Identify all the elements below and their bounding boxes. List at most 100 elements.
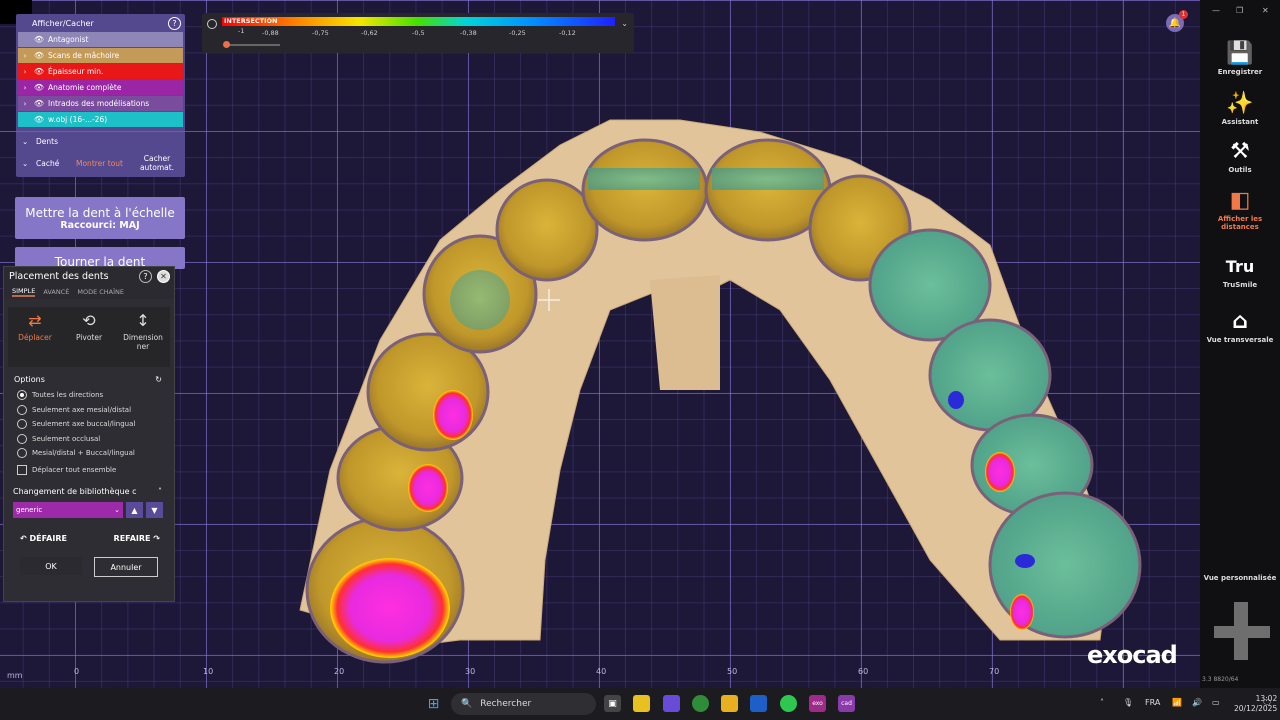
ruler-tick: 0	[74, 667, 80, 676]
layer-row-jaw-scans[interactable]: › 👁 Scans de mâchoire	[18, 48, 183, 63]
tab-simple[interactable]: SIMPLE	[12, 287, 36, 297]
tray-chevron-icon[interactable]: ˄	[1100, 698, 1104, 707]
chevron-right-icon[interactable]: ›	[18, 100, 32, 108]
minimize-icon[interactable]: —	[1212, 6, 1220, 15]
save-button[interactable]: 💾 Enregistrer	[1200, 40, 1280, 76]
help-icon[interactable]: ?	[139, 269, 152, 283]
battery-icon[interactable]: ▭	[1212, 698, 1220, 707]
ruler-tick: 50	[727, 667, 738, 676]
cancel-button[interactable]: Annuler	[94, 557, 158, 577]
trusmile-button[interactable]: Tru TruSmile	[1200, 253, 1280, 289]
ruler-tick: 40	[596, 667, 607, 676]
ok-button[interactable]: OK	[20, 557, 82, 575]
ruler-tick: 70	[989, 667, 1000, 676]
rotate-icon: ⟲	[82, 311, 96, 330]
chevron-right-icon[interactable]: ›	[18, 68, 32, 76]
scale-tick: -0,25	[509, 29, 526, 37]
chrome-icon[interactable]	[692, 695, 709, 712]
copilot-icon[interactable]	[663, 695, 680, 712]
slider-knob[interactable]	[223, 41, 230, 48]
move-all-checkbox[interactable]: Déplacer tout ensemble	[4, 463, 174, 478]
layers-panel: Afficher/Cacher ? 👁 Antagonist › 👁 Scans …	[16, 14, 185, 177]
redo-button[interactable]: REFAIRE ↷	[114, 534, 160, 543]
show-distances-button[interactable]: ◧ Afficher les distances	[1200, 187, 1280, 231]
close-window-icon[interactable]: ✕	[1262, 6, 1269, 15]
dialog-title: Placement des dents	[9, 270, 109, 282]
rotate-tool[interactable]: ⟲ Pivoter	[64, 311, 114, 367]
auto-hide-link[interactable]: Cacher automat.	[138, 154, 176, 172]
arrow-down-button[interactable]: ▼	[146, 502, 163, 518]
option-mesial-distal[interactable]: Seulement axe mesial/distal	[4, 403, 174, 418]
redo-icon: ↷	[150, 534, 160, 543]
eye-icon[interactable]: 👁	[32, 99, 46, 108]
eye-icon[interactable]: 👁	[32, 51, 46, 60]
file-explorer-icon[interactable]	[721, 695, 738, 712]
tab-chain-mode[interactable]: MODE CHAÎNE	[77, 288, 124, 296]
eye-icon[interactable]: 👁	[32, 115, 46, 124]
chevron-right-icon[interactable]: ›	[18, 52, 32, 60]
wifi-icon[interactable]: 📶	[1172, 698, 1182, 707]
volume-icon[interactable]: 🔊	[1192, 698, 1202, 707]
move-tool[interactable]: ⇄ Déplacer	[10, 311, 60, 367]
whatsapp-icon[interactable]	[780, 695, 797, 712]
chevron-down-icon: ⌄	[114, 506, 120, 514]
eye-icon[interactable]: 👁	[32, 67, 46, 76]
language-indicator[interactable]: FRA	[1145, 698, 1160, 707]
layer-row-intrados[interactable]: › 👁 Intrados des modélisations	[18, 96, 183, 111]
option-mesial-buccal[interactable]: Mesial/distal + Buccal/lingual	[4, 446, 174, 461]
close-icon[interactable]: ✕	[157, 269, 170, 283]
layer-row-antagonist[interactable]: 👁 Antagonist	[18, 32, 183, 47]
store-icon[interactable]	[750, 695, 767, 712]
mm-ruler: mm 0 10 20 30 40 50 60 70	[0, 663, 1200, 688]
notification-button[interactable]: 🔔 1	[1166, 10, 1188, 32]
tooth-placement-dialog: Placement des dents ? ✕ SIMPLE AVANCÉ MO…	[3, 266, 175, 602]
option-buccal-lingual[interactable]: Seulement axe buccal/lingual	[4, 417, 174, 432]
cross-section-button[interactable]: ⌂ Vue transversale	[1200, 308, 1280, 344]
options-title: Options	[14, 375, 45, 384]
bell-icon: 🔔	[1168, 17, 1182, 29]
show-all-link[interactable]: Montrer tout	[76, 159, 138, 168]
notifications-center-icon[interactable]: 🗨	[1262, 698, 1272, 707]
speedometer-icon[interactable]	[207, 19, 217, 29]
notes-app-icon[interactable]	[633, 695, 650, 712]
undo-button[interactable]: ↶ DÉFAIRE	[20, 534, 67, 543]
dents-group[interactable]: ⌄ Dents	[16, 131, 185, 150]
assistant-button[interactable]: ✨ Assistant	[1200, 90, 1280, 126]
exocad-app-icon[interactable]: exo	[809, 695, 826, 712]
help-icon[interactable]: ?	[168, 16, 181, 30]
option-all-directions[interactable]: Toutes les directions	[4, 388, 174, 403]
library-select[interactable]: generic ⌄	[13, 502, 123, 518]
windows-start-icon[interactable]: ⊞	[425, 695, 442, 712]
cad-app-icon[interactable]: cad	[838, 695, 855, 712]
taskbar-search[interactable]: 🔍 Rechercher	[451, 693, 596, 715]
ruler-tick: 20	[334, 667, 345, 676]
threshold-slider[interactable]	[225, 44, 280, 46]
tools-button[interactable]: ⚒ Outils	[1200, 138, 1280, 174]
undo-icon: ↶	[20, 534, 30, 543]
layer-row-wobj[interactable]: 👁 w.obj (16-...-26)	[18, 112, 183, 127]
option-occlusal[interactable]: Seulement occlusal	[4, 432, 174, 447]
tab-advanced[interactable]: AVANCÉ	[43, 288, 69, 296]
chevron-down-icon[interactable]: ⌄	[22, 159, 36, 168]
eye-icon[interactable]: 👁	[32, 83, 46, 92]
arrow-up-button[interactable]: ▲	[126, 502, 143, 518]
layer-row-full-anatomy[interactable]: › 👁 Anatomie complète	[18, 80, 183, 95]
resize-tool[interactable]: ↕ Dimension ner	[118, 311, 168, 367]
task-view-icon[interactable]: ▣	[604, 695, 621, 712]
trusmile-icon: Tru	[1225, 257, 1255, 276]
view-cube-icon[interactable]	[1214, 602, 1270, 662]
reset-icon[interactable]: ↻	[155, 375, 162, 384]
restore-icon[interactable]: ❐	[1236, 6, 1243, 15]
chevron-down-icon[interactable]: ⌄	[621, 19, 628, 28]
chevron-right-icon[interactable]: ›	[18, 84, 32, 92]
color-gradient-bar	[222, 17, 615, 26]
layer-row-min-thickness[interactable]: › 👁 Épaisseur min.	[18, 64, 183, 79]
scale-tooth-button[interactable]: Mettre la dent à l'échelle Raccourci: MA…	[15, 197, 185, 239]
ruler-unit: mm	[7, 671, 23, 680]
search-icon: 🔍	[461, 699, 473, 709]
chevron-down-icon[interactable]: ⌄	[22, 137, 36, 146]
microphone-icon[interactable]: 🎙	[1123, 698, 1133, 707]
scale-tick: -0,75	[312, 29, 329, 37]
chevron-up-icon[interactable]: ˄	[158, 487, 162, 496]
eye-icon[interactable]: 👁	[32, 35, 46, 44]
